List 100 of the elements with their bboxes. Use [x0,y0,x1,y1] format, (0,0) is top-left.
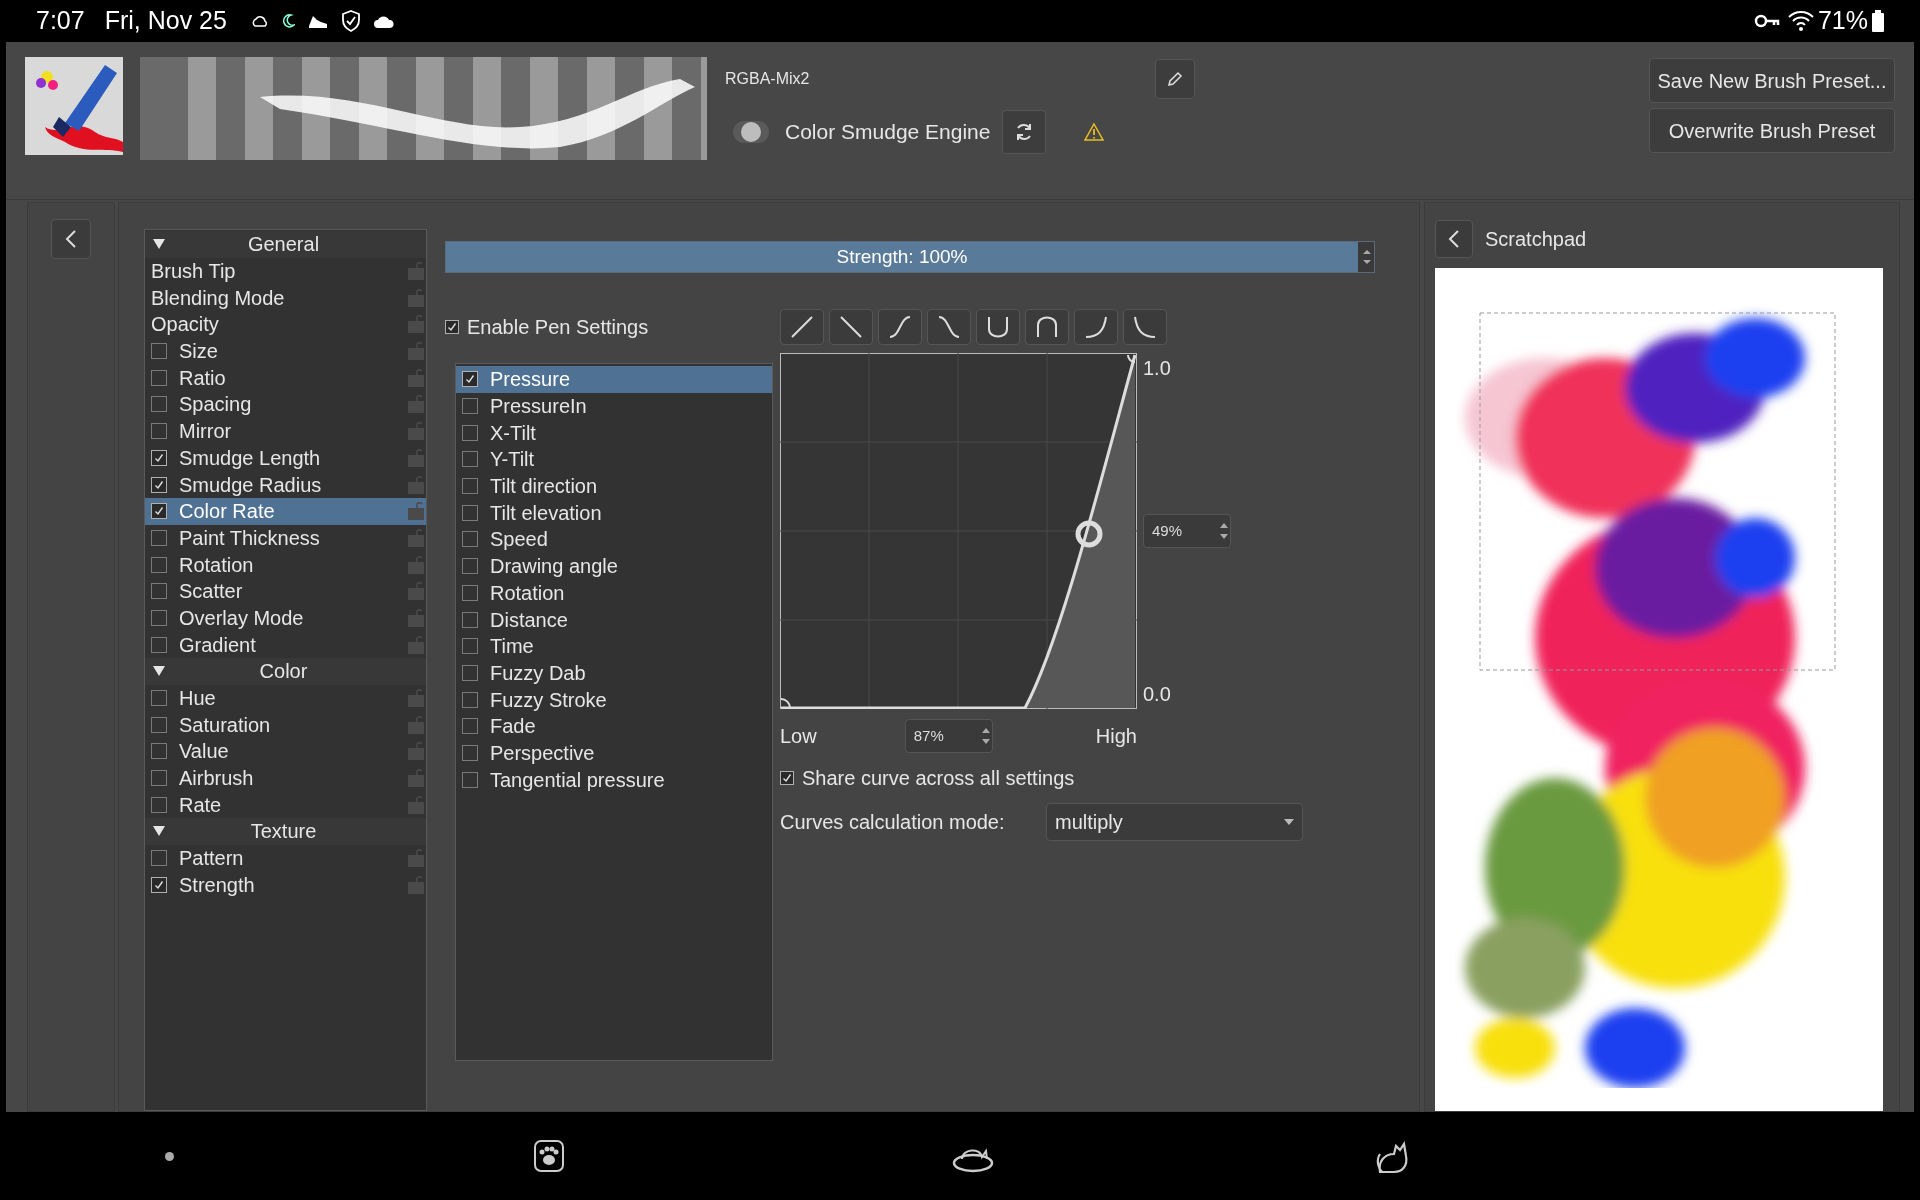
option-item[interactable]: Rotation [145,551,426,578]
checkbox[interactable] [151,396,167,413]
curve-graph[interactable] [780,353,1137,709]
checkbox[interactable] [462,558,478,575]
curve-preset-button[interactable] [927,309,971,345]
sensor-item[interactable]: Time [456,632,772,660]
sensor-item[interactable]: Fuzzy Dab [456,659,772,687]
sensor-item[interactable]: X-Tilt [456,419,772,447]
checkbox[interactable] [462,451,478,468]
sensor-item[interactable]: Fade [456,712,772,740]
curve-preset-button[interactable] [976,309,1020,345]
sensor-item[interactable]: Drawing angle [456,552,772,580]
scratchpad-canvas[interactable] [1435,268,1883,1111]
sensor-item[interactable]: Tilt direction [456,472,772,500]
sensor-item[interactable]: Fuzzy Stroke [456,686,772,713]
option-item[interactable]: Overlay Mode [145,604,426,632]
checkbox[interactable] [151,609,167,626]
checkbox[interactable] [151,476,167,493]
sensor-item[interactable]: Perspective [456,739,772,767]
checkbox[interactable] [151,343,167,360]
checkbox[interactable] [462,371,478,388]
engine-toggle[interactable] [733,121,769,143]
curve-preset-button[interactable] [878,309,922,345]
option-item[interactable]: Saturation [145,711,426,739]
option-item[interactable]: Brush Tip [145,257,426,285]
lock-icon[interactable] [408,502,424,521]
checkbox[interactable] [462,478,478,495]
sensor-item[interactable]: Tangential pressure [456,766,772,793]
curve-preset-button[interactable] [1074,309,1118,345]
option-item[interactable]: Size [145,337,426,365]
sensor-item[interactable]: Distance [456,606,772,633]
sensor-item[interactable]: Speed [456,526,772,553]
checkbox[interactable] [462,584,478,601]
checkbox[interactable] [780,771,794,785]
curve-preset-button[interactable] [1025,309,1069,345]
checkbox[interactable] [151,529,167,546]
back-button[interactable] [1435,220,1473,258]
sensor-item[interactable]: Tilt elevation [456,499,772,527]
checkbox[interactable] [462,504,478,521]
option-item[interactable]: Mirror [145,417,426,445]
spin-box[interactable]: 87% [904,719,993,753]
option-item[interactable]: Strength [145,871,426,899]
checkbox[interactable] [151,449,167,466]
checkbox[interactable] [462,691,478,708]
checkbox[interactable] [462,398,478,415]
checkbox[interactable] [462,424,478,441]
checkbox[interactable] [462,638,478,655]
sensor-item[interactable]: Rotation [456,579,772,607]
checkbox[interactable] [151,503,167,520]
overwrite-preset-button[interactable]: Overwrite Brush Preset [1649,108,1895,153]
checkbox[interactable] [445,320,459,334]
checkbox[interactable] [151,716,167,733]
option-item[interactable]: Spacing [145,391,426,418]
option-item[interactable]: Rate [145,791,426,819]
section-header[interactable]: Color [145,658,426,685]
strength-slider[interactable]: Strength: 100% [445,241,1375,273]
checkbox[interactable] [151,636,167,653]
edit-name-button[interactable] [1155,59,1195,99]
checkbox[interactable] [151,423,167,440]
calc-mode-dropdown[interactable]: multiply [1046,803,1303,841]
sensor-item[interactable]: Pressure [456,366,772,393]
sensor-item[interactable]: Y-Tilt [456,446,772,473]
option-item[interactable]: Smudge Length [145,444,426,472]
option-item[interactable]: Blending Mode [145,284,426,312]
checkbox[interactable] [151,770,167,787]
option-item[interactable]: Pattern [145,844,426,872]
option-item[interactable]: Opacity [145,311,426,338]
checkbox[interactable] [462,718,478,735]
reload-button[interactable] [1002,110,1047,154]
option-item[interactable]: Paint Thickness [145,524,426,552]
checkbox[interactable] [462,771,478,788]
option-item[interactable]: Value [145,738,426,765]
option-item[interactable]: Scatter [145,577,426,605]
curve-preset-button[interactable] [829,309,873,345]
checkbox[interactable] [151,369,167,386]
save-new-preset-button[interactable]: Save New Brush Preset... [1649,58,1895,103]
curve-preset-button[interactable] [780,309,824,345]
checkbox[interactable] [151,743,167,760]
checkbox[interactable] [151,796,167,813]
section-header[interactable]: General [145,231,426,258]
paw-icon[interactable] [534,1140,564,1172]
option-item[interactable]: Ratio [145,364,426,392]
option-item[interactable]: Gradient [145,631,426,658]
brush-preset-icon[interactable] [25,57,123,155]
sensor-item[interactable]: PressureIn [456,392,772,420]
checkbox[interactable] [462,611,478,628]
curve-preset-button[interactable] [1123,309,1167,345]
checkbox[interactable] [151,583,167,600]
option-item[interactable]: Smudge Radius [145,471,426,498]
checkbox[interactable] [151,876,167,893]
option-item[interactable]: Airbrush [145,764,426,792]
collapse-button[interactable] [51,219,91,259]
checkbox[interactable] [151,850,167,867]
checkbox[interactable] [462,531,478,548]
checkbox[interactable] [151,690,167,707]
section-header[interactable]: Texture [145,818,426,845]
checkbox[interactable] [151,556,167,573]
option-item[interactable]: Hue [145,684,426,712]
checkbox[interactable] [462,744,478,761]
option-item[interactable]: Color Rate [145,497,426,525]
